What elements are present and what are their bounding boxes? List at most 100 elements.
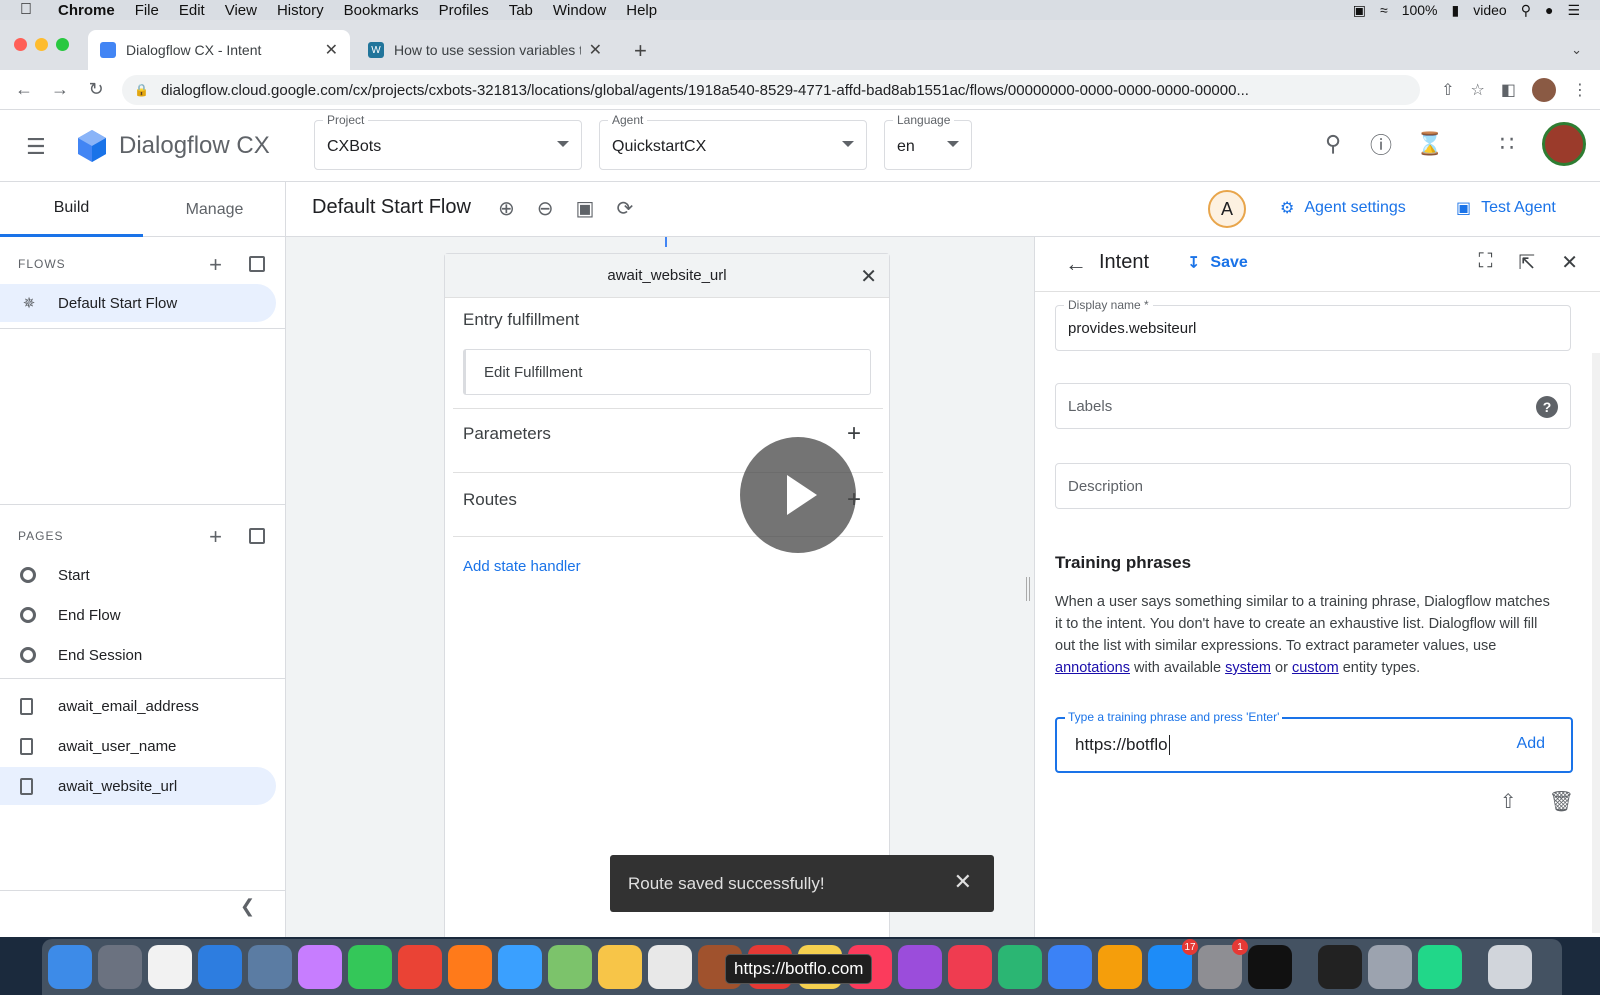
pycharm-icon[interactable] bbox=[1418, 945, 1462, 989]
annotations-link[interactable]: annotations bbox=[1055, 660, 1130, 676]
menu-profiles[interactable]: Profiles bbox=[439, 2, 489, 19]
pages-table-icon[interactable] bbox=[249, 528, 265, 544]
profile-avatar[interactable] bbox=[1532, 78, 1556, 102]
add-flow-icon[interactable]: + bbox=[209, 252, 223, 278]
close-icon[interactable]: ✕ bbox=[954, 869, 972, 895]
menu-app-name[interactable]: Chrome bbox=[58, 2, 115, 19]
browser-tab-inactive[interactable]: W How to use session variables t ✕ bbox=[356, 30, 614, 70]
agent-select[interactable]: Agent QuickstartCX bbox=[599, 113, 867, 170]
lock-icon[interactable]: 🔒 bbox=[134, 83, 149, 97]
close-window-button[interactable] bbox=[14, 38, 27, 51]
menu-view[interactable]: View bbox=[225, 2, 257, 19]
firefox-icon[interactable] bbox=[448, 945, 492, 989]
spotlight-icon[interactable]: ⚲ bbox=[1521, 2, 1531, 19]
custom-link[interactable]: custom bbox=[1292, 660, 1339, 676]
collaborator-avatar[interactable]: A bbox=[1208, 190, 1246, 228]
keynote-icon[interactable] bbox=[1048, 945, 1092, 989]
textedit-icon[interactable] bbox=[648, 945, 692, 989]
address-bar[interactable]: 🔒 dialogflow.cloud.google.com/cx/project… bbox=[122, 75, 1420, 105]
trash-icon[interactable] bbox=[1488, 945, 1532, 989]
video-play-button[interactable] bbox=[740, 437, 856, 553]
bookmark-star-icon[interactable]: ☆ bbox=[1471, 80, 1485, 100]
menu-bookmarks[interactable]: Bookmarks bbox=[344, 2, 419, 19]
numbers-icon[interactable] bbox=[998, 945, 1042, 989]
reset-layout-icon[interactable]: ⟳ bbox=[616, 196, 633, 221]
wifi-icon[interactable]: ≈ bbox=[1380, 2, 1388, 18]
collapse-sidebar-chevron-icon[interactable]: ❮ bbox=[240, 896, 255, 917]
menu-window[interactable]: Window bbox=[553, 2, 606, 19]
sidebar-item-start[interactable]: Start bbox=[0, 556, 276, 594]
side-panel-icon[interactable]: ◧ bbox=[1501, 80, 1516, 100]
share-icon[interactable]: ⇧ bbox=[1441, 80, 1454, 100]
launchpad-icon[interactable] bbox=[98, 945, 142, 989]
test-agent-button[interactable]: ▣ Test Agent bbox=[1456, 198, 1556, 218]
sidebar-item-await-website-url[interactable]: await_website_url bbox=[0, 767, 276, 805]
tab-build[interactable]: Build bbox=[0, 182, 143, 237]
terminal-icon[interactable] bbox=[1318, 945, 1362, 989]
menu-history[interactable]: History bbox=[277, 2, 324, 19]
apple-icon[interactable]:  bbox=[20, 1, 40, 19]
help-icon[interactable]: ? bbox=[1536, 396, 1558, 418]
flows-table-icon[interactable] bbox=[249, 256, 265, 272]
close-tab-icon[interactable]: ✕ bbox=[589, 40, 602, 60]
menu-tab[interactable]: Tab bbox=[509, 2, 533, 19]
tab-manage[interactable]: Manage bbox=[143, 182, 286, 237]
project-select[interactable]: Project CXBots bbox=[314, 113, 582, 170]
messages-icon[interactable] bbox=[498, 945, 542, 989]
menu-edit[interactable]: Edit bbox=[179, 2, 205, 19]
apple-tv-icon[interactable] bbox=[1248, 945, 1292, 989]
panel-resize-handle[interactable] bbox=[1024, 237, 1032, 937]
agent-settings-button[interactable]: ⚙ Agent settings bbox=[1280, 198, 1406, 218]
menu-file[interactable]: File bbox=[135, 2, 159, 19]
control-center-icon[interactable]: ☰ bbox=[1567, 2, 1580, 19]
maps-icon[interactable] bbox=[548, 945, 592, 989]
sidebar-item-await-user-name[interactable]: await_user_name bbox=[0, 727, 276, 765]
add-phrase-button[interactable]: Add bbox=[1517, 735, 1545, 753]
minimize-window-button[interactable] bbox=[35, 38, 48, 51]
battery-icon[interactable]: ▮ bbox=[1452, 2, 1460, 19]
forward-arrow-icon[interactable]: → bbox=[42, 79, 78, 100]
back-arrow-icon[interactable]: ← bbox=[1065, 251, 1087, 277]
fullscreen-icon[interactable]: ⛶ bbox=[1478, 250, 1492, 275]
safari-icon[interactable] bbox=[198, 945, 242, 989]
search-icon[interactable]: ⚲ bbox=[1320, 131, 1346, 157]
reload-icon[interactable]: ↻ bbox=[78, 79, 114, 100]
screen-record-icon[interactable]: ▣ bbox=[1353, 2, 1366, 19]
sidebar-item-await-email-address[interactable]: await_email_address bbox=[0, 687, 276, 725]
collapse-panel-icon[interactable]: ⇱ bbox=[1518, 250, 1535, 275]
user-avatar[interactable] bbox=[1542, 122, 1586, 166]
display-name-field[interactable]: Display name * provides.websiteurl bbox=[1055, 298, 1571, 351]
description-field[interactable]: Description bbox=[1055, 463, 1571, 509]
more-vert-icon[interactable]: ⋮ bbox=[1572, 80, 1588, 100]
edit-fulfillment-button[interactable]: Edit Fulfillment bbox=[463, 349, 871, 395]
close-tab-icon[interactable]: ✕ bbox=[325, 40, 338, 60]
hourglass-icon[interactable]: ⌛ bbox=[1416, 131, 1443, 157]
tab-search-chevron-icon[interactable]: ⌄ bbox=[1571, 42, 1582, 58]
photos-icon[interactable] bbox=[598, 945, 642, 989]
siri-icon[interactable]: ● bbox=[1545, 2, 1553, 18]
add-page-icon[interactable]: + bbox=[209, 524, 223, 550]
add-parameter-icon[interactable]: + bbox=[847, 420, 861, 448]
close-icon[interactable]: ✕ bbox=[1561, 250, 1578, 275]
facetime-icon[interactable] bbox=[348, 945, 392, 989]
training-phrase-input[interactable]: Type a training phrase and press 'Enter'… bbox=[1055, 710, 1573, 773]
zoom-out-icon[interactable]: ⊖ bbox=[537, 196, 554, 221]
add-state-handler-link[interactable]: Add state handler bbox=[463, 558, 581, 575]
flow-canvas[interactable]: await_website_url ✕ Entry fulfillment Ed… bbox=[286, 237, 1026, 941]
menubar-user[interactable]: video bbox=[1473, 2, 1506, 18]
sidebar-item-default-start-flow[interactable]: ✵ Default Start Flow bbox=[0, 284, 276, 322]
disk-utility-icon[interactable] bbox=[1368, 945, 1412, 989]
sidebar-item-end-session[interactable]: End Session bbox=[0, 636, 276, 674]
apps-grid-icon[interactable]: ∷ bbox=[1494, 131, 1520, 157]
delete-icon[interactable]: 🗑 bbox=[1549, 789, 1574, 814]
news-icon[interactable] bbox=[948, 945, 992, 989]
browser-tab-active[interactable]: Dialogflow CX - Intent ✕ bbox=[88, 30, 350, 70]
fit-to-screen-icon[interactable]: ▣ bbox=[576, 196, 595, 221]
podcasts-icon[interactable] bbox=[898, 945, 942, 989]
help-icon[interactable]: ⓘ bbox=[1368, 128, 1394, 160]
menu-help[interactable]: Help bbox=[626, 2, 657, 19]
upload-icon[interactable]: ⇧ bbox=[1500, 789, 1517, 814]
hamburger-menu-icon[interactable]: ☰ bbox=[26, 134, 46, 160]
save-button[interactable]: ↧ Save bbox=[1187, 253, 1248, 273]
sidebar-item-end-flow[interactable]: End Flow bbox=[0, 596, 276, 634]
